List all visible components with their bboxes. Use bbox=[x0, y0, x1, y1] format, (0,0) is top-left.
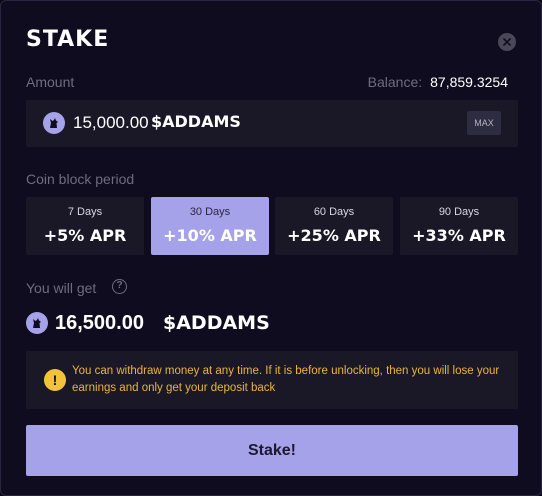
period-option-30-days[interactable]: 30 Days +10% APR bbox=[151, 197, 269, 255]
warning-text: You can withdraw money at any time. If i… bbox=[72, 365, 500, 394]
max-button[interactable]: MAX bbox=[467, 111, 501, 135]
period-days: 7 Days bbox=[67, 206, 103, 218]
period-days: 60 Days bbox=[313, 206, 355, 218]
amount-input[interactable]: 15,000.00 bbox=[73, 113, 149, 133]
period-option-60-days[interactable]: 60 Days +25% APR bbox=[275, 197, 393, 255]
period-option-90-days[interactable]: 90 Days +33% APR bbox=[400, 197, 518, 255]
amount-ticker: $ADDAMS bbox=[151, 112, 241, 131]
period-days: 30 Days bbox=[189, 206, 231, 218]
modal-title: STAKE bbox=[26, 27, 110, 52]
period-apr: +5% APR bbox=[43, 226, 127, 245]
period-apr: +25% APR bbox=[287, 226, 381, 245]
exclamation-icon: ! bbox=[44, 369, 66, 391]
result-value: 16,500.00 bbox=[55, 312, 144, 334]
period-apr: +10% APR bbox=[163, 226, 257, 245]
wolf-coin-icon bbox=[26, 312, 48, 334]
stake-modal: STAKE Amount Balance: 87,859.3254 15,000.… bbox=[0, 0, 542, 496]
period-days: 90 Days bbox=[438, 206, 480, 218]
result-ticker: $ADDAMS bbox=[163, 312, 270, 334]
amount-input-box[interactable]: 15,000.00 $ADDAMS MAX bbox=[26, 100, 518, 147]
balance-display: Balance: 87,859.3254 bbox=[368, 74, 508, 90]
period-option-7-days[interactable]: 7 Days +5% APR bbox=[26, 197, 144, 255]
wolf-coin-icon bbox=[43, 112, 65, 134]
stake-button[interactable]: Stake! bbox=[26, 425, 518, 476]
period-apr: +33% APR bbox=[412, 226, 506, 245]
amount-label: Amount bbox=[26, 74, 75, 90]
period-label: Coin block period bbox=[26, 171, 135, 187]
result-label: You will get bbox=[26, 280, 97, 296]
balance-value: 87,859.3254 bbox=[430, 74, 508, 90]
close-button[interactable] bbox=[498, 33, 516, 51]
close-icon bbox=[503, 38, 511, 46]
warning-notice: ! You can withdraw money at any time. If… bbox=[26, 351, 518, 409]
question-icon[interactable]: ? bbox=[112, 279, 127, 294]
balance-label: Balance: bbox=[367, 74, 423, 90]
